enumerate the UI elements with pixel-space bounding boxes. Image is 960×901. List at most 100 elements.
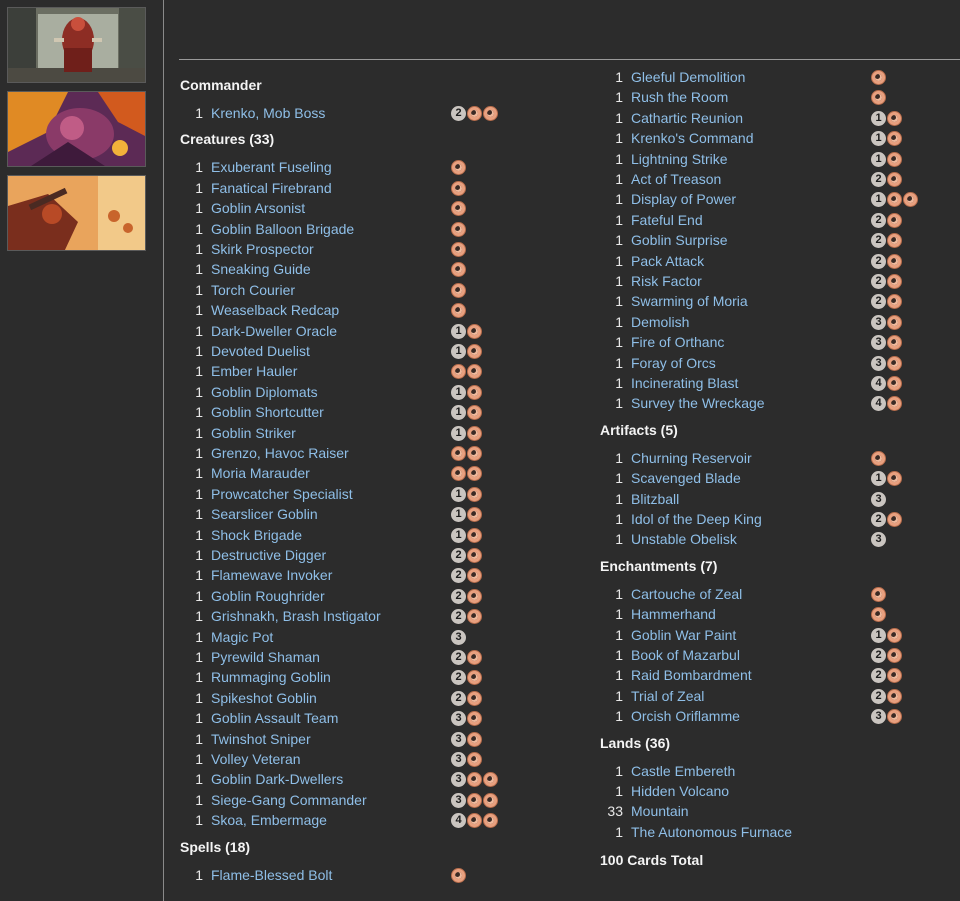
card-name-link[interactable]: Cathartic Reunion (631, 110, 743, 126)
card-quantity: 1 (195, 730, 203, 747)
card-quantity: 1 (615, 69, 623, 85)
card-quantity: 1 (615, 273, 623, 289)
card-name-link[interactable]: Incinerating Blast (631, 375, 738, 391)
card-name-link[interactable]: Demolish (631, 314, 689, 330)
card-quantity: 1 (615, 762, 623, 779)
card-name-link[interactable]: Act of Treason (631, 171, 721, 187)
card-row: 1 Foray of Orcs 3 (0, 353, 960, 373)
mana-cost (871, 90, 886, 106)
card-row: 1 Cathartic Reunion 1 (0, 108, 960, 128)
mana-cost: 2 (871, 668, 902, 684)
mana-cost: 1 (871, 110, 902, 126)
card-quantity: 1 (615, 395, 623, 412)
card-row: 1 Orcish Oriflamme 3 (0, 706, 960, 726)
mana-cost: 1 (451, 425, 482, 441)
card-name-link[interactable]: Raid Bombardment (631, 667, 752, 683)
card-name-link[interactable]: Gleeful Demolition (631, 69, 745, 85)
mana-cost: 2 (871, 648, 902, 663)
card-name-link[interactable]: Twinshot Sniper (211, 731, 311, 747)
card-quantity: 1 (195, 547, 203, 563)
card-name-link[interactable]: Hammerhand (631, 606, 716, 622)
card-name-link[interactable]: Lightning Strike (631, 151, 728, 167)
card-name-link[interactable]: Hidden Volcano (631, 783, 729, 799)
card-name-link[interactable]: Churning Reservoir (631, 450, 752, 466)
card-quantity: 1 (615, 626, 623, 643)
generic-mana-icon: 2 (451, 548, 466, 563)
card-name-link[interactable]: Goblin War Paint (631, 627, 736, 643)
card-row: 1 Display of Power 1 (0, 189, 960, 209)
card-name-link[interactable]: Flame-Blessed Bolt (211, 867, 332, 883)
card-name-link[interactable]: Goblin Striker (211, 425, 296, 441)
card-name-link[interactable]: Unstable Obelisk (631, 531, 737, 547)
card-name-link[interactable]: Rush the Room (631, 89, 728, 105)
card-name-link[interactable]: Swarming of Moria (631, 293, 748, 309)
card-quantity: 1 (615, 89, 623, 106)
generic-mana-icon: 3 (871, 314, 886, 330)
card-row: 1 Cartouche of Zeal (0, 584, 960, 604)
mana-cost: 4 (871, 376, 902, 391)
card-quantity: 1 (615, 130, 623, 147)
card-quantity: 1 (615, 823, 623, 840)
card-row: 1 Hidden Volcano (0, 781, 960, 801)
card-name-link[interactable]: Goblin Surprise (631, 232, 728, 248)
card-name-link[interactable]: Orcish Oriflamme (631, 708, 740, 724)
generic-mana-icon: 3 (871, 491, 886, 507)
card-name-link[interactable]: Mountain (631, 803, 689, 819)
card-name-link[interactable]: Krenko's Command (631, 130, 754, 146)
red-mana-icon (451, 867, 466, 883)
red-mana-icon (887, 172, 902, 187)
red-mana-icon (887, 253, 902, 269)
red-mana-icon (887, 355, 902, 371)
red-mana-icon (887, 396, 902, 412)
card-name-link[interactable]: Trial of Zeal (631, 688, 704, 704)
card-name-link[interactable]: Flamewave Invoker (211, 567, 332, 583)
mana-cost: 2 (871, 294, 902, 310)
mana-cost: 3 (871, 335, 902, 351)
card-quantity: 1 (615, 667, 623, 684)
generic-mana-icon: 2 (871, 233, 886, 249)
generic-mana-icon: 1 (871, 192, 886, 208)
card-row: 1 Book of Mazarbul 2 (0, 645, 960, 665)
card-name-link[interactable]: Display of Power (631, 191, 736, 207)
card-quantity: 1 (615, 334, 623, 351)
generic-mana-icon: 2 (871, 274, 886, 289)
card-name-link[interactable]: Fateful End (631, 212, 703, 228)
card-row: 1 Trial of Zeal 2 (0, 686, 960, 706)
mana-cost (871, 586, 886, 602)
card-quantity: 1 (615, 531, 623, 548)
card-name-link[interactable]: Scavenged Blade (631, 470, 741, 486)
card-row: 1 Scavenged Blade 1 (0, 468, 960, 488)
card-row: 1 Krenko's Command 1 (0, 128, 960, 148)
card-name-link[interactable]: The Autonomous Furnace (631, 824, 792, 840)
card-row: 1 Flame-Blessed Bolt (0, 865, 960, 885)
red-mana-icon (887, 627, 902, 643)
card-row: 1 Lightning Strike 1 (0, 149, 960, 169)
card-name-link[interactable]: Destructive Digger (211, 547, 326, 563)
card-name-link[interactable]: Blitzball (631, 491, 679, 507)
card-name-link[interactable]: Risk Factor (631, 273, 702, 289)
card-row: 1 Gleeful Demolition (0, 67, 960, 87)
red-mana-icon (887, 512, 902, 527)
mana-cost: 1 (871, 151, 902, 167)
red-mana-icon (871, 70, 886, 85)
card-name-link[interactable]: Foray of Orcs (631, 355, 716, 371)
card-name-link[interactable]: Survey the Wreckage (631, 395, 765, 411)
mana-cost (871, 607, 886, 623)
card-name-link[interactable]: Idol of the Deep King (631, 511, 762, 527)
card-quantity: 1 (615, 171, 623, 187)
mana-cost: 4 (871, 396, 902, 412)
card-row: 1 Act of Treason 2 (0, 169, 960, 189)
card-row: 1 Goblin War Paint 1 (0, 625, 960, 645)
card-name-link[interactable]: Cartouche of Zeal (631, 586, 742, 602)
section-heading-enchantments-7: Enchantments (7) (600, 557, 718, 574)
red-mana-icon (887, 110, 902, 126)
card-row: 1 Fire of Orthanc 3 (0, 332, 960, 352)
card-name-link[interactable]: Book of Mazarbul (631, 647, 740, 663)
card-name-link[interactable]: Fire of Orthanc (631, 334, 724, 350)
mana-cost: 2 (871, 212, 902, 228)
card-name-link[interactable]: Pack Attack (631, 253, 704, 269)
mana-cost: 2 (871, 274, 902, 289)
card-name-link[interactable]: Castle Embereth (631, 763, 735, 779)
card-quantity: 1 (615, 511, 623, 527)
mana-cost: 1 (871, 131, 902, 147)
